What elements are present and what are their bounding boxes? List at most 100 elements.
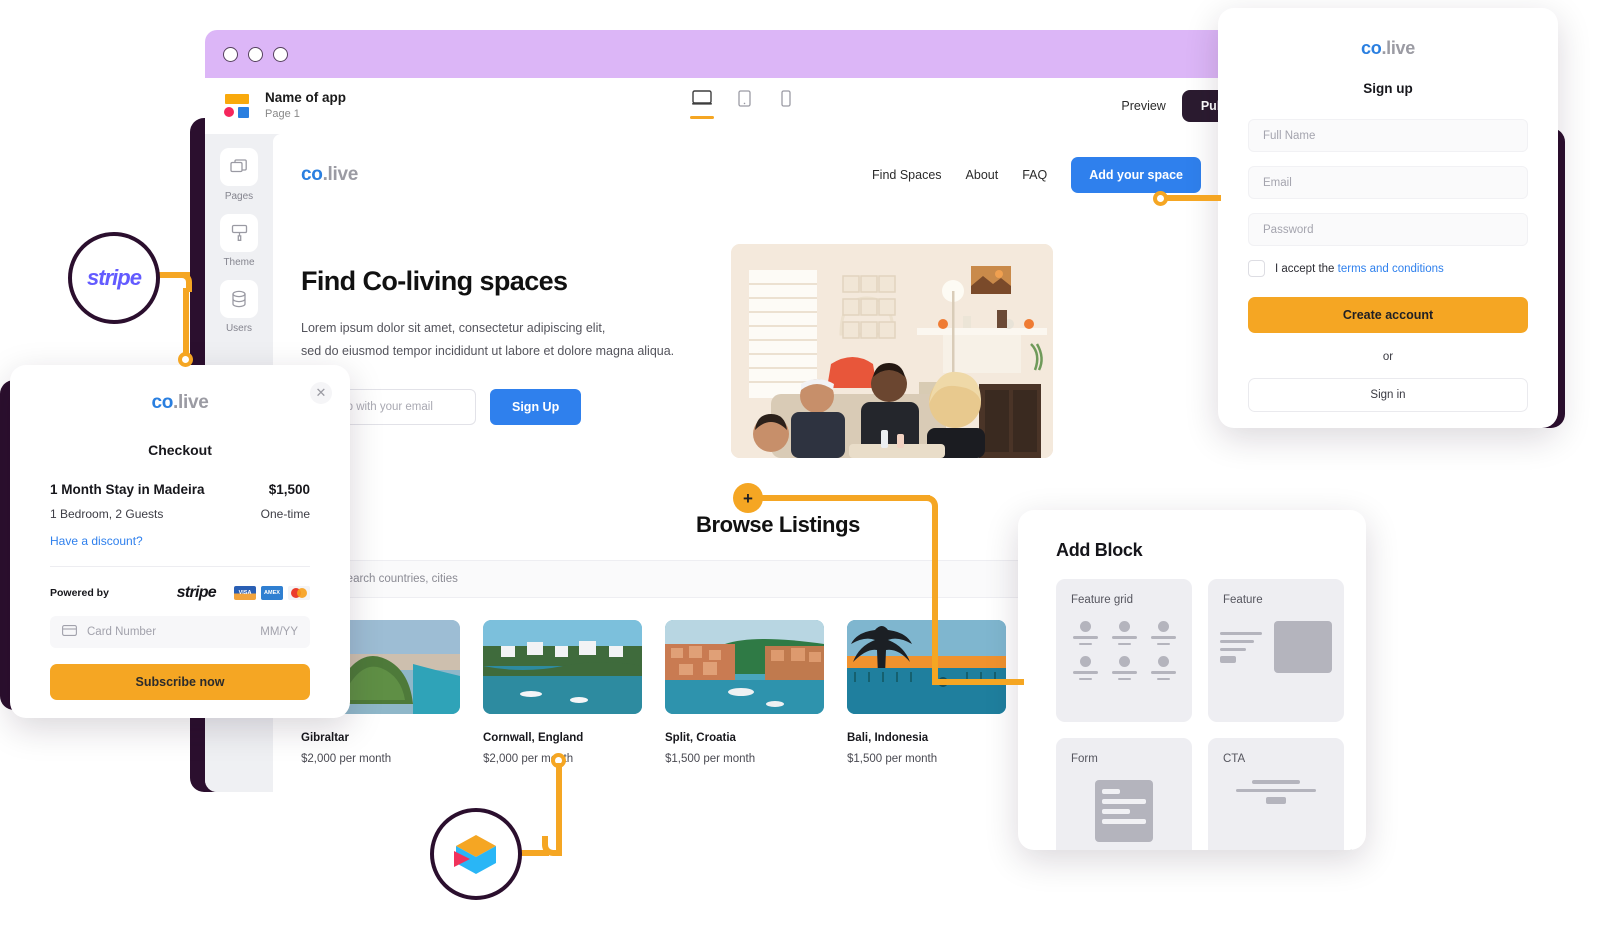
feature-preview-icon — [1208, 621, 1344, 673]
card-brand-icons: VISA AMEX — [234, 586, 310, 600]
subscribe-now-button[interactable]: Subscribe now — [50, 664, 310, 700]
hero-copy: Find Co-living spaces Lorem ipsum dolor … — [301, 244, 701, 458]
terms-checkbox[interactable] — [1248, 260, 1265, 277]
sidebar-item-pages[interactable]: Pages — [211, 148, 267, 202]
cta-preview-icon — [1208, 780, 1344, 804]
listing-card[interactable]: Split, Croatia $1,500 per month — [665, 620, 824, 765]
window-maximize-dot[interactable] — [273, 46, 288, 62]
close-icon[interactable]: ✕ — [310, 382, 332, 404]
cube-logo-icon — [454, 833, 498, 875]
visa-icon: VISA — [234, 586, 256, 600]
cube-badge — [430, 808, 522, 900]
connector-addblock-horizontal-bottom — [932, 679, 1024, 685]
credit-card-icon — [62, 623, 77, 641]
site-nav-links: Find Spaces About FAQ Add your space — [872, 157, 1255, 193]
stripe-wordmark: stripe — [176, 584, 217, 601]
card-expiry-placeholder: MM/YY — [260, 626, 298, 638]
signup-title: Sign up — [1363, 81, 1413, 96]
device-tablet-button[interactable] — [731, 90, 757, 122]
sidebar-item-users[interactable]: Users — [211, 280, 267, 334]
email-input[interactable]: Email — [1248, 166, 1528, 199]
stripe-badge: stripe — [68, 232, 160, 324]
hero-signup-button[interactable]: Sign Up — [490, 389, 582, 426]
hero-heading: Find Co-living spaces — [301, 266, 568, 296]
sign-in-button[interactable]: Sign in — [1248, 378, 1528, 412]
page-label: Page 1 — [265, 107, 300, 120]
block-option-feature-grid[interactable]: Feature grid — [1056, 579, 1192, 722]
pages-icon — [220, 148, 258, 186]
listing-card[interactable]: Cornwall, England $2,000 per month — [483, 620, 642, 765]
app-title-group: Name of app Page 1 — [265, 90, 346, 122]
block-option-label: Form — [1071, 753, 1098, 765]
block-option-feature[interactable]: Feature — [1208, 579, 1344, 722]
full-name-input[interactable]: Full Name — [1248, 119, 1528, 152]
terms-and-conditions-link[interactable]: terms and conditions — [1338, 263, 1444, 275]
card-number-placeholder: Card Number — [87, 626, 157, 638]
listing-price: $1,500 per month — [847, 753, 938, 765]
listing-name: Gibraltar — [301, 732, 349, 744]
add-your-space-button[interactable]: Add your space — [1071, 157, 1201, 193]
checkout-item-name: 1 Month Stay in Madeira — [50, 482, 205, 497]
preview-button[interactable]: Preview — [1121, 99, 1165, 113]
block-option-cta[interactable]: CTA — [1208, 738, 1344, 850]
block-option-label: CTA — [1223, 753, 1246, 765]
nav-link-find-spaces[interactable]: Find Spaces — [872, 168, 941, 182]
hero-section: Find Co-living spaces Lorem ipsum dolor … — [295, 216, 1261, 458]
sidebar-item-theme-label: Theme — [223, 257, 255, 268]
add-block-plus-badge[interactable]: + — [733, 483, 763, 513]
checkout-divider — [50, 566, 310, 567]
terms-checkbox-row: I accept the terms and conditions — [1248, 260, 1528, 277]
signup-modal: co.live Sign up Full Name Email Password… — [1218, 8, 1558, 428]
password-input[interactable]: Password — [1248, 213, 1528, 246]
nav-link-about[interactable]: About — [966, 168, 999, 182]
powered-by-label: Powered by — [50, 587, 109, 599]
app-name: Name of app — [265, 89, 347, 105]
users-database-icon — [220, 280, 258, 318]
device-desktop-button[interactable] — [689, 90, 715, 122]
checkout-discount-link[interactable]: Have a discount? — [10, 534, 350, 548]
editor-toolbar: Name of app Page 1 Preview — [205, 78, 1283, 134]
screenshot-root: Name of app Page 1 Preview Pages Theme U… — [0, 0, 1600, 928]
card-number-input[interactable]: Card Number MM/YY — [50, 616, 310, 648]
checkout-item-detail-row: 1 Bedroom, 2 Guests One-time — [10, 507, 350, 521]
listing-price: $2,000 per month — [301, 753, 392, 765]
or-divider-label: or — [1382, 351, 1394, 363]
signup-brand-logo: co.live — [1218, 8, 1558, 59]
checkout-modal: ✕ co.live Checkout 1 Month Stay in Madei… — [10, 365, 350, 718]
window-title-bar — [205, 30, 1283, 78]
sidebar-item-theme[interactable]: Theme — [211, 214, 267, 268]
connector-cube-horizontal — [519, 850, 549, 856]
feature-grid-preview-icon — [1056, 621, 1192, 680]
site-brand-co: co — [301, 164, 323, 185]
plus-icon: + — [743, 488, 753, 508]
window-minimize-dot[interactable] — [248, 46, 263, 62]
checkout-item-row: 1 Month Stay in Madeira $1,500 — [10, 482, 350, 497]
stripe-logo-icon: stripe — [87, 265, 142, 290]
desktop-icon — [692, 90, 712, 110]
tablet-icon — [737, 90, 751, 112]
device-switcher — [689, 90, 799, 122]
hero-signup-form: Sign up with your email Sign Up — [301, 389, 701, 426]
listing-price: $1,500 per month — [665, 753, 756, 765]
block-option-form[interactable]: Form — [1056, 738, 1192, 850]
hero-photo — [731, 244, 1053, 458]
checkout-item-detail: 1 Bedroom, 2 Guests — [50, 507, 164, 521]
add-block-title: Add Block — [1056, 540, 1143, 560]
connector-stripe-corner — [172, 272, 192, 292]
connector-stripe-endpoint — [178, 352, 193, 367]
terms-prefix: I accept the — [1275, 262, 1338, 275]
checkout-brand-co: co — [151, 392, 174, 413]
listings-search-placeholder: Search countries, cities — [339, 573, 458, 585]
window-close-dot[interactable] — [223, 46, 238, 62]
sidebar-item-users-label: Users — [225, 323, 253, 334]
site-brand-live: .live — [322, 164, 359, 185]
signup-brand-live: .live — [1381, 38, 1415, 58]
listing-card[interactable]: Bali, Indonesia $1,500 per month — [847, 620, 1006, 765]
device-mobile-button[interactable] — [773, 90, 799, 122]
create-account-button[interactable]: Create account — [1248, 297, 1528, 333]
nav-link-faq[interactable]: FAQ — [1022, 168, 1047, 182]
checkout-item-frequency: One-time — [260, 507, 310, 521]
sidebar-item-pages-label: Pages — [224, 191, 254, 202]
site-brand-logo[interactable]: co.live — [301, 164, 358, 186]
listing-name: Split, Croatia — [665, 732, 736, 744]
